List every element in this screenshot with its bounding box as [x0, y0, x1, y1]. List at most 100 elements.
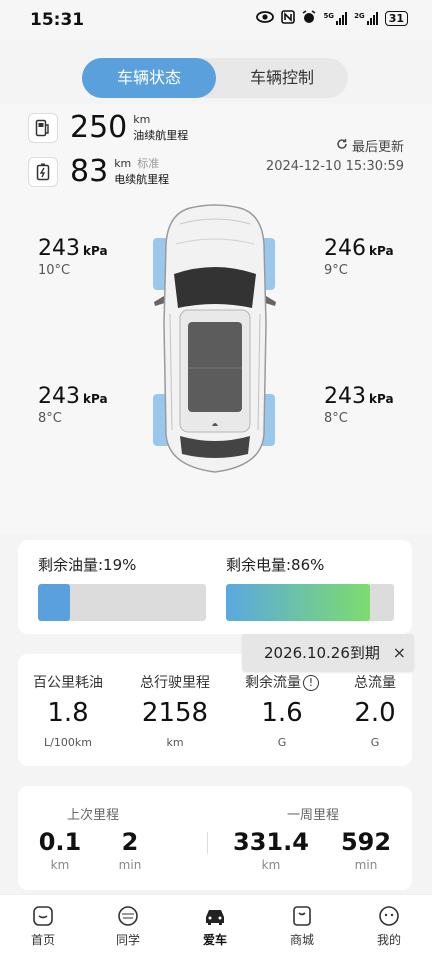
electric-range-value: 83	[70, 154, 109, 189]
tab-vehicle-control[interactable]: 车辆控制	[216, 58, 348, 98]
tire-pressure: 243	[38, 236, 80, 261]
battery-level-fill	[226, 584, 371, 621]
fuel-level-fill	[38, 584, 70, 621]
stat-unit: G	[277, 736, 287, 749]
stat-total-data: 总流量 2.0 G	[344, 672, 406, 749]
home-icon	[31, 905, 55, 927]
fuel-range-unit: km	[133, 112, 151, 126]
car-top-view-image	[150, 204, 280, 476]
nfc-icon	[281, 10, 296, 27]
stat-value: 1.6	[261, 698, 303, 728]
standard-tag: 标准	[137, 156, 160, 170]
status-icons: 5G 2G 31	[256, 10, 408, 27]
battery-level-label: 剩余电量:86%	[226, 556, 325, 574]
electric-range-unit: km	[114, 156, 132, 170]
data-plan-expiry-tooltip: 2026.10.26到期 ×	[242, 634, 414, 672]
stat-unit: km	[166, 736, 184, 749]
stat-total-mileage: 总行驶里程 2158 km	[135, 672, 215, 749]
tire-front-right: 246 kPa 9°C	[324, 236, 394, 278]
electric-range: 83 km 标准 电续航里程	[28, 154, 169, 189]
nav-home[interactable]: 首页	[13, 905, 73, 948]
trip-mileage-card: 上次里程 0.1 km 2 min 一周里程 331.4 km 592 min	[18, 786, 412, 890]
week-trip-time: 592	[340, 828, 392, 856]
clock: 15:31	[30, 10, 85, 30]
stat-unit: G	[370, 736, 380, 749]
tire-rear-left: 243 kPa 8°C	[38, 384, 108, 426]
car-icon	[203, 905, 227, 927]
signal-5g-label: 5G	[323, 12, 335, 20]
fuel-level-bar	[38, 584, 206, 621]
nav-my-car[interactable]: 爱车	[185, 905, 245, 948]
electric-range-label: 电续航里程	[114, 172, 170, 186]
nav-label: 商城	[289, 933, 314, 947]
tire-temperature: 9°C	[324, 263, 348, 278]
profile-icon	[377, 905, 401, 927]
view-tabs: 车辆状态 车辆控制	[82, 58, 348, 98]
signal-2g-label: 2G	[354, 12, 365, 20]
tire-pressure: 243	[324, 384, 366, 409]
nav-profile[interactable]: 我的	[359, 905, 419, 948]
fuel-range-value: 250	[70, 110, 128, 145]
last-trip-distance: 0.1	[38, 828, 82, 856]
nav-shop[interactable]: 商城	[272, 905, 332, 948]
week-trip-distance-unit: km	[261, 858, 281, 872]
tire-pressure: 243	[38, 384, 80, 409]
stat-value: 1.8	[47, 698, 89, 728]
stat-label: 总行驶里程	[140, 675, 210, 691]
tire-rear-right: 243 kPa 8°C	[324, 384, 394, 426]
tire-front-left: 243 kPa 10°C	[38, 236, 108, 278]
energy-level-card: 剩余油量:19% 剩余电量:86%	[18, 540, 412, 634]
fuel-level-label: 剩余油量:19%	[38, 556, 137, 574]
last-trip-distance-unit: km	[50, 858, 70, 872]
tire-temperature: 8°C	[324, 411, 348, 426]
stat-unit: L/100km	[44, 736, 92, 749]
pressure-unit: kPa	[83, 392, 108, 406]
fuel-range: 250 km 油续航里程	[28, 110, 188, 145]
refresh-button[interactable]: 最后更新	[266, 136, 404, 155]
week-trip-distance: 331.4	[233, 828, 309, 856]
last-update: 最后更新 2024-12-10 15:30:59	[266, 136, 404, 174]
battery-charge-icon	[28, 156, 58, 187]
tab-vehicle-status[interactable]: 车辆状态	[82, 58, 216, 98]
tire-temperature: 10°C	[38, 263, 71, 278]
stat-label: 总流量	[354, 675, 396, 691]
week-trip-time-unit: min	[354, 858, 378, 872]
stat-value: 2158	[141, 698, 209, 728]
close-icon[interactable]: ×	[393, 634, 406, 672]
nav-label: 爱车	[202, 933, 227, 947]
last-trip-time: 2	[121, 828, 139, 856]
info-icon[interactable]: !	[303, 675, 319, 691]
alarm-icon	[302, 10, 316, 27]
tire-pressure: 246	[324, 236, 366, 261]
friends-icon	[116, 905, 140, 927]
signal-5g-icon: 5G	[323, 12, 348, 25]
week-trip-title: 一周里程	[286, 808, 339, 823]
tire-temperature: 8°C	[38, 411, 62, 426]
stat-value: 2.0	[354, 698, 396, 728]
fuel-pump-icon	[28, 112, 58, 143]
status-bar: 15:31 5G 2G 31	[0, 0, 432, 40]
refresh-icon	[336, 138, 348, 154]
stat-label: 剩余流量	[245, 675, 301, 691]
battery-level-bar	[226, 584, 394, 621]
fuel-range-label: 油续航里程	[133, 128, 189, 142]
stat-label: 百公里耗油	[33, 675, 103, 691]
divider	[207, 832, 208, 854]
nav-label: 首页	[30, 933, 55, 947]
eye-icon	[256, 11, 275, 26]
pressure-unit: kPa	[369, 392, 394, 406]
bottom-navigation: 首页 同学 爱车 商城 我的	[0, 894, 432, 960]
pressure-unit: kPa	[83, 244, 108, 258]
last-update-timestamp: 2024-12-10 15:30:59	[265, 159, 404, 174]
last-update-label: 最后更新	[351, 140, 404, 155]
stat-remaining-data: 剩余流量! 1.6 G	[240, 672, 324, 749]
nav-friends[interactable]: 同学	[98, 905, 158, 948]
stat-fuel-consumption: 百公里耗油 1.8 L/100km	[28, 672, 108, 749]
last-trip-time-unit: min	[118, 858, 142, 872]
nav-label: 同学	[115, 933, 140, 947]
battery-indicator: 31	[384, 11, 408, 26]
shop-icon	[290, 905, 314, 927]
pressure-unit: kPa	[369, 244, 394, 258]
last-trip-title: 上次里程	[66, 808, 119, 823]
expiry-text: 2026.10.26到期	[264, 644, 380, 662]
